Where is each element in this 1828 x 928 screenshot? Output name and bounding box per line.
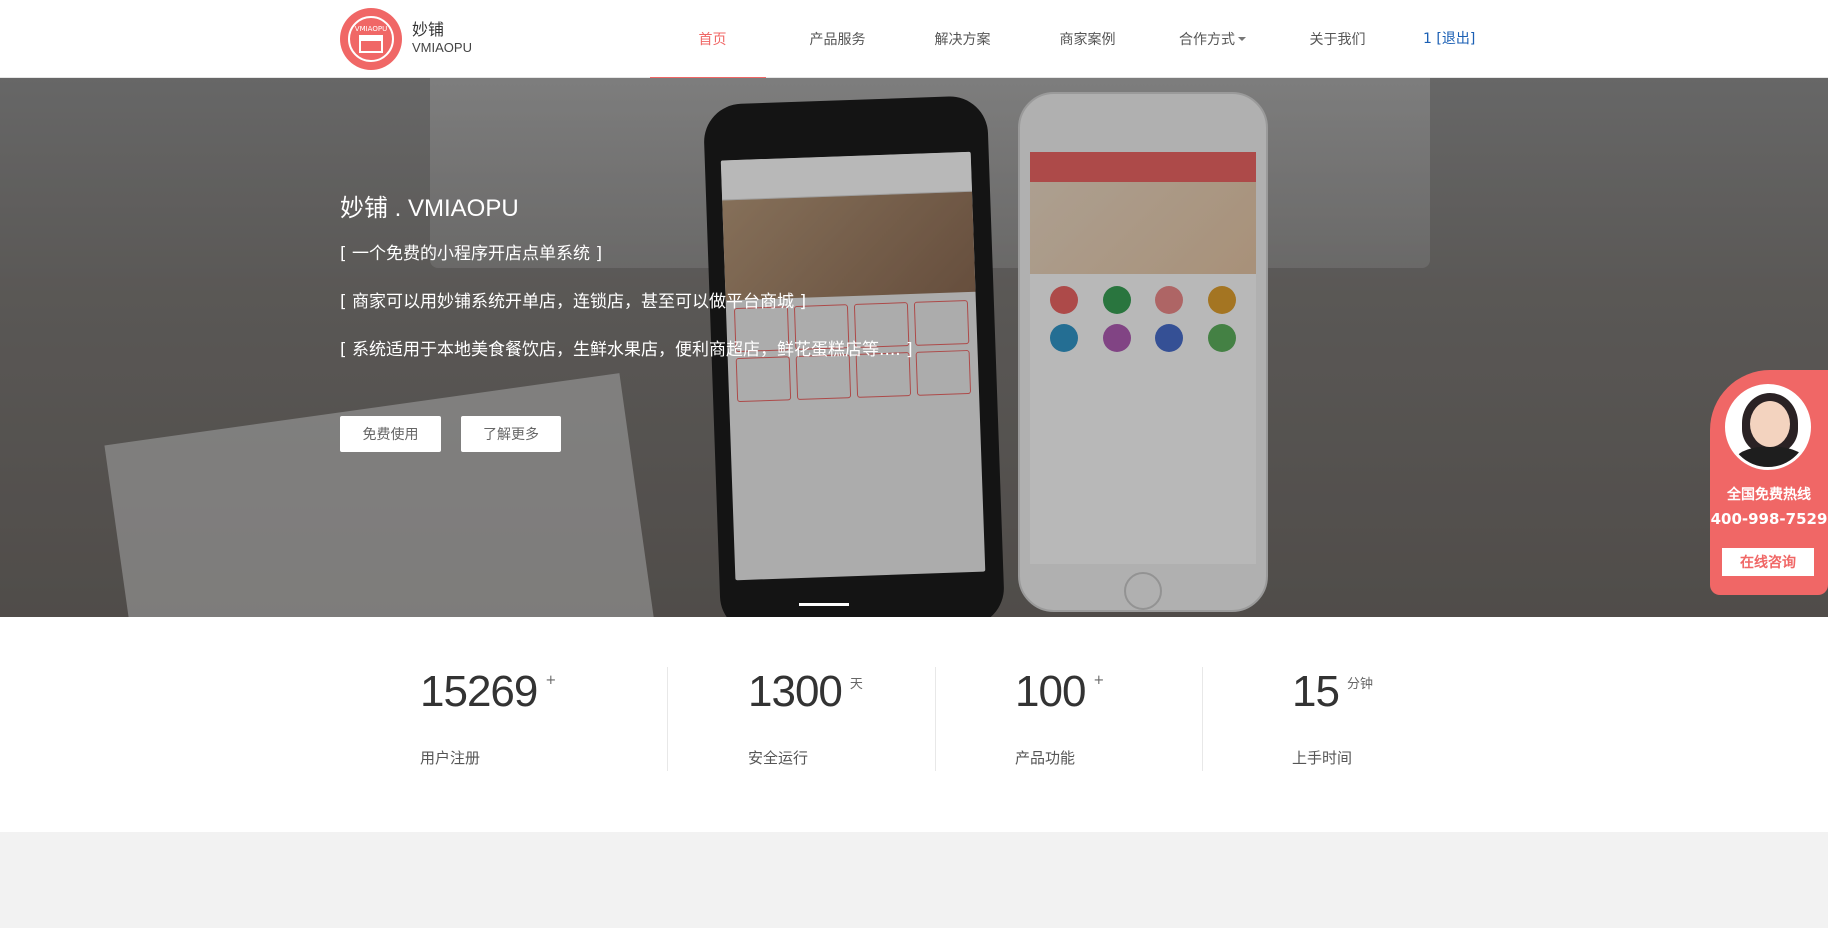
stat-unit: 分钟 [1346, 677, 1373, 692]
bracket-close: ] [1469, 31, 1476, 47]
stat-unit: 天 [849, 677, 863, 692]
hero-line: [ 商家可以用妙铺系统开单店，连锁店，甚至可以做平台商城 ] [340, 292, 807, 312]
nav-home[interactable]: 首页 [650, 0, 775, 79]
nav-label: 商家案例 [1059, 32, 1116, 48]
free-use-button[interactable]: 免费使用 [340, 416, 441, 452]
divider [935, 667, 936, 771]
stat-features: 100 + 产品功能 [1015, 667, 1105, 767]
agent-avatar [1725, 384, 1811, 470]
user-area: 1 [退出] [1423, 28, 1475, 48]
stat-label: 上手时间 [1292, 749, 1353, 767]
stat-label: 安全运行 [748, 749, 809, 767]
logout-link[interactable]: 退出 [1442, 31, 1470, 47]
brand-name-cn: 妙铺 [412, 20, 445, 39]
brand-logo[interactable]: VMIAOPU [340, 8, 402, 70]
hero-line: [ 一个免费的小程序开店点单系统 ] [340, 244, 603, 264]
nav-label: 关于我们 [1309, 32, 1366, 48]
hotline-phone: 400-998-7529 [1710, 510, 1828, 528]
stat-value: 1300 [748, 667, 843, 716]
hero-banner: 妙铺 . VMIAOPU [ 一个免费的小程序开店点单系统 ] [ 商家可以用妙… [0, 78, 1828, 617]
online-consult-button[interactable]: 在线咨询 [1722, 548, 1814, 576]
avatar-body [1734, 447, 1806, 467]
hero-overlay [0, 78, 1828, 617]
divider [1202, 667, 1203, 771]
stat-label: 产品功能 [1015, 749, 1076, 767]
stat-users: 15269 + 用户注册 [420, 667, 557, 767]
nav-label: 合作方式 [1179, 32, 1235, 48]
hotline-widget: 全国免费热线 400-998-7529 在线咨询 [1710, 370, 1828, 595]
stat-value: 15 [1292, 667, 1340, 716]
stats-section: 15269 + 用户注册 1300 天 安全运行 100 + 产品功能 15 分钟 上手… [0, 617, 1828, 832]
nav-about[interactable]: 关于我们 [1275, 0, 1400, 78]
nav-cooperation[interactable]: 合作方式 [1150, 0, 1275, 78]
stat-value: 15269 [420, 667, 538, 716]
shop-icon [359, 35, 383, 53]
logo-badge: VMIAOPU [348, 16, 394, 62]
slide-indicator[interactable] [799, 603, 849, 606]
hero-title: 妙铺 . VMIAOPU [340, 195, 519, 222]
user-id[interactable]: 1 [1423, 31, 1432, 47]
main-nav: 首页 产品服务 解决方案 商家案例 合作方式 关于我们 [650, 0, 1400, 79]
caret-down-icon [1238, 37, 1246, 41]
stat-label: 用户注册 [420, 749, 481, 767]
nav-label: 产品服务 [809, 32, 866, 48]
nav-cases[interactable]: 商家案例 [1025, 0, 1150, 78]
stat-onboarding: 15 分钟 上手时间 [1292, 667, 1373, 767]
hero-line: [ 系统适用于本地美食餐饮店，生鲜水果店，便利商超店，鲜花蛋糕店等.... ] [340, 340, 913, 360]
learn-more-button[interactable]: 了解更多 [461, 416, 561, 452]
stat-value: 100 [1015, 667, 1086, 716]
stat-unit: + [545, 673, 557, 688]
nav-label: 首页 [698, 32, 727, 48]
divider [667, 667, 668, 771]
top-header: VMIAOPU 妙铺 VMIAOPU 首页 产品服务 解决方案 商家案例 合作方… [0, 0, 1828, 79]
logo-text: VMIAOPU [354, 25, 388, 33]
stat-unit: + [1093, 673, 1105, 688]
brand-name-en: VMIAOPU [412, 40, 472, 55]
stat-uptime: 1300 天 安全运行 [748, 667, 863, 767]
nav-solutions[interactable]: 解决方案 [900, 0, 1025, 78]
hotline-label: 全国免费热线 [1727, 487, 1811, 503]
avatar-face [1750, 401, 1790, 447]
hero-text: 妙铺 . VMIAOPU [ 一个免费的小程序开店点单系统 ] [ 商家可以用妙… [340, 188, 913, 383]
nav-label: 解决方案 [934, 32, 991, 48]
nav-products[interactable]: 产品服务 [775, 0, 900, 78]
